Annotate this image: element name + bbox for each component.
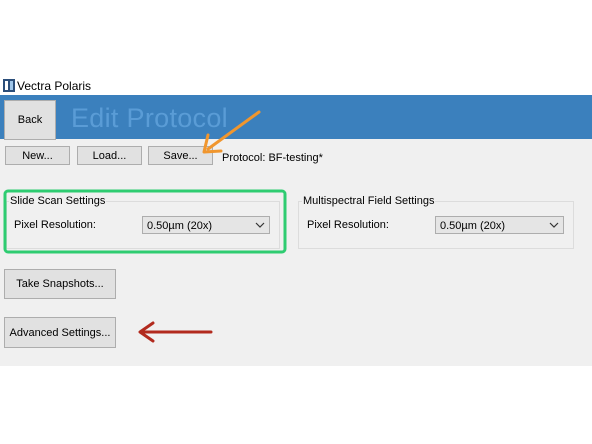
slide-scan-pixel-select[interactable]: 0.50µm (20x) [142, 216, 270, 234]
slide-scan-pixel-label: Pixel Resolution: [14, 219, 96, 231]
chevron-down-icon [255, 222, 265, 228]
page-title: Edit Protocol [71, 103, 228, 133]
header-band: Edit Protocol [0, 95, 592, 139]
back-button[interactable]: Back [4, 100, 56, 140]
new-button[interactable]: New... [5, 146, 70, 165]
slide-scan-pixel-value: 0.50µm (20x) [147, 220, 213, 232]
multispectral-pixel-label: Pixel Resolution: [307, 219, 389, 231]
save-button[interactable]: Save... [148, 146, 213, 165]
window-title: Vectra Polaris [17, 79, 92, 93]
window-titlebar: Vectra Polaris [0, 77, 592, 95]
slide-scan-settings-title: Slide Scan Settings [9, 195, 107, 207]
protocol-name: Protocol: BF-testing* [222, 152, 323, 164]
multispectral-field-settings-title: Multispectral Field Settings [302, 195, 436, 207]
multispectral-pixel-value: 0.50µm (20x) [440, 220, 506, 232]
chevron-down-icon [549, 222, 559, 228]
advanced-settings-button[interactable]: Advanced Settings... [4, 317, 116, 348]
load-button[interactable]: Load... [77, 146, 142, 165]
vectra-app-icon [3, 79, 15, 92]
multispectral-pixel-select[interactable]: 0.50µm (20x) [435, 216, 564, 234]
app-client-area: Edit Protocol Back New... Load... Save..… [0, 95, 592, 366]
take-snapshots-button[interactable]: Take Snapshots... [4, 269, 116, 299]
